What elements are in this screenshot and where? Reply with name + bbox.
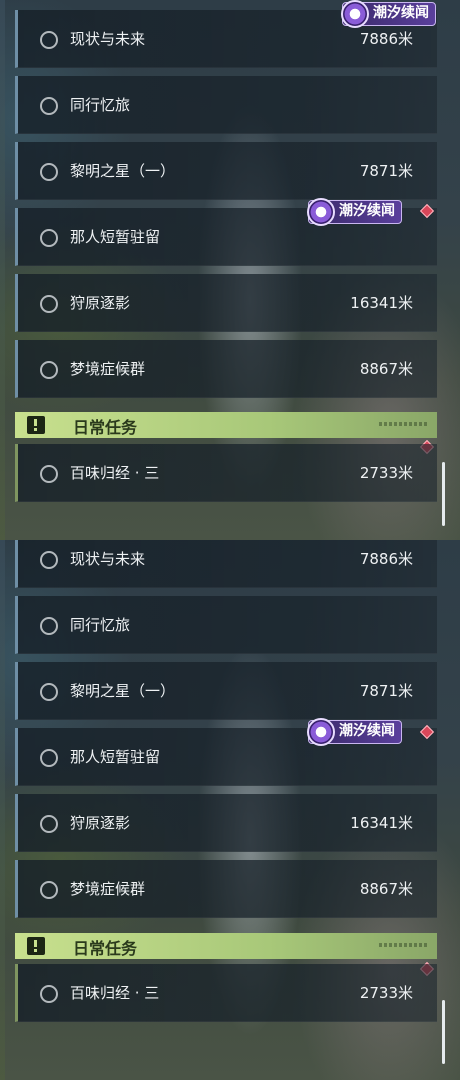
quest-distance: 8867米 [359, 880, 413, 898]
quest-row[interactable]: 黎明之星（一） 7871米 [15, 662, 437, 720]
quest-name: 狩原逐影 [70, 814, 131, 832]
circle-status-icon [40, 295, 58, 313]
quest-name: 梦境症候群 [70, 880, 146, 898]
section-decoration [379, 422, 429, 426]
quest-name: 现状与未来 [70, 30, 146, 48]
circle-status-icon [40, 551, 58, 569]
quest-row[interactable]: 同行忆旅 [15, 596, 437, 654]
quest-row[interactable]: 黎明之星（一） 7871米 [15, 142, 437, 200]
circle-status-icon [40, 31, 58, 49]
exclamation-icon [27, 416, 45, 434]
quest-distance: 7871米 [359, 162, 413, 180]
circle-status-icon [40, 465, 58, 483]
quest-list-panel-bottom: 现状与未来 7886米 同行忆旅 黎明之星（一） 7871米 那人短暂驻留 狩原… [0, 540, 460, 1080]
quest-name: 狩原逐影 [70, 294, 131, 312]
quest-name: 同行忆旅 [70, 96, 131, 114]
quest-name: 黎明之星（一） [70, 162, 176, 180]
quest-name: 百味归经 · 三 [70, 464, 160, 482]
tide-event-badge: 潮汐续闻 [341, 0, 436, 28]
quest-name: 现状与未来 [70, 550, 146, 568]
quest-name: 同行忆旅 [70, 616, 131, 634]
left-edge-decoration [0, 0, 5, 540]
circle-status-icon [40, 617, 58, 635]
quest-name: 那人短暂驻留 [70, 748, 161, 766]
tide-badge-icon [307, 198, 335, 226]
circle-status-icon [40, 97, 58, 115]
daily-quest-row[interactable]: 百味归经 · 三 2733米 [15, 444, 437, 502]
badge-label: 潮汐续闻 [339, 203, 395, 219]
quest-list-panel-top: 现状与未来 7886米 同行忆旅 黎明之星（一） 7871米 那人短暂驻留 狩原… [0, 0, 460, 540]
badge-label: 潮汐续闻 [339, 723, 395, 739]
quest-distance: 16341米 [350, 294, 413, 312]
daily-quest-row[interactable]: 百味归经 · 三 2733米 [15, 964, 437, 1022]
quest-row[interactable]: 梦境症候群 8867米 [15, 340, 437, 398]
quest-distance: 8867米 [359, 360, 413, 378]
quest-row[interactable]: 狩原逐影 16341米 [15, 274, 437, 332]
daily-section-header: 日常任务 [15, 933, 437, 959]
scrollbar-thumb[interactable] [442, 462, 445, 526]
quest-name: 梦境症候群 [70, 360, 146, 378]
circle-status-icon [40, 815, 58, 833]
circle-status-icon [40, 229, 58, 247]
quest-distance: 7871米 [359, 682, 413, 700]
circle-status-icon [40, 683, 58, 701]
quest-row[interactable]: 狩原逐影 16341米 [15, 794, 437, 852]
tide-event-badge: 潮汐续闻 [307, 198, 402, 226]
circle-status-icon [40, 881, 58, 899]
quest-name: 那人短暂驻留 [70, 228, 161, 246]
quest-distance: 7886米 [359, 30, 413, 48]
left-edge-decoration [0, 540, 5, 1080]
quest-name: 黎明之星（一） [70, 682, 176, 700]
section-title: 日常任务 [73, 939, 138, 958]
exclamation-icon [27, 937, 45, 955]
tide-badge-icon [341, 0, 369, 28]
scrollbar-thumb[interactable] [442, 1000, 445, 1064]
quest-distance: 16341米 [350, 814, 413, 832]
tide-event-badge: 潮汐续闻 [307, 718, 402, 746]
daily-section-header: 日常任务 [15, 412, 437, 438]
circle-status-icon [40, 749, 58, 767]
section-decoration [379, 943, 429, 947]
section-title: 日常任务 [73, 418, 138, 437]
quest-row[interactable]: 同行忆旅 [15, 76, 437, 134]
badge-label: 潮汐续闻 [373, 5, 429, 21]
quest-distance: 2733米 [359, 464, 413, 482]
tide-badge-icon [307, 718, 335, 746]
quest-name: 百味归经 · 三 [70, 984, 160, 1002]
quest-row[interactable]: 梦境症候群 8867米 [15, 860, 437, 918]
quest-row[interactable]: 现状与未来 7886米 [15, 540, 437, 588]
circle-status-icon [40, 163, 58, 181]
quest-distance: 7886米 [359, 550, 413, 568]
quest-distance: 2733米 [359, 984, 413, 1002]
circle-status-icon [40, 985, 58, 1003]
circle-status-icon [40, 361, 58, 379]
